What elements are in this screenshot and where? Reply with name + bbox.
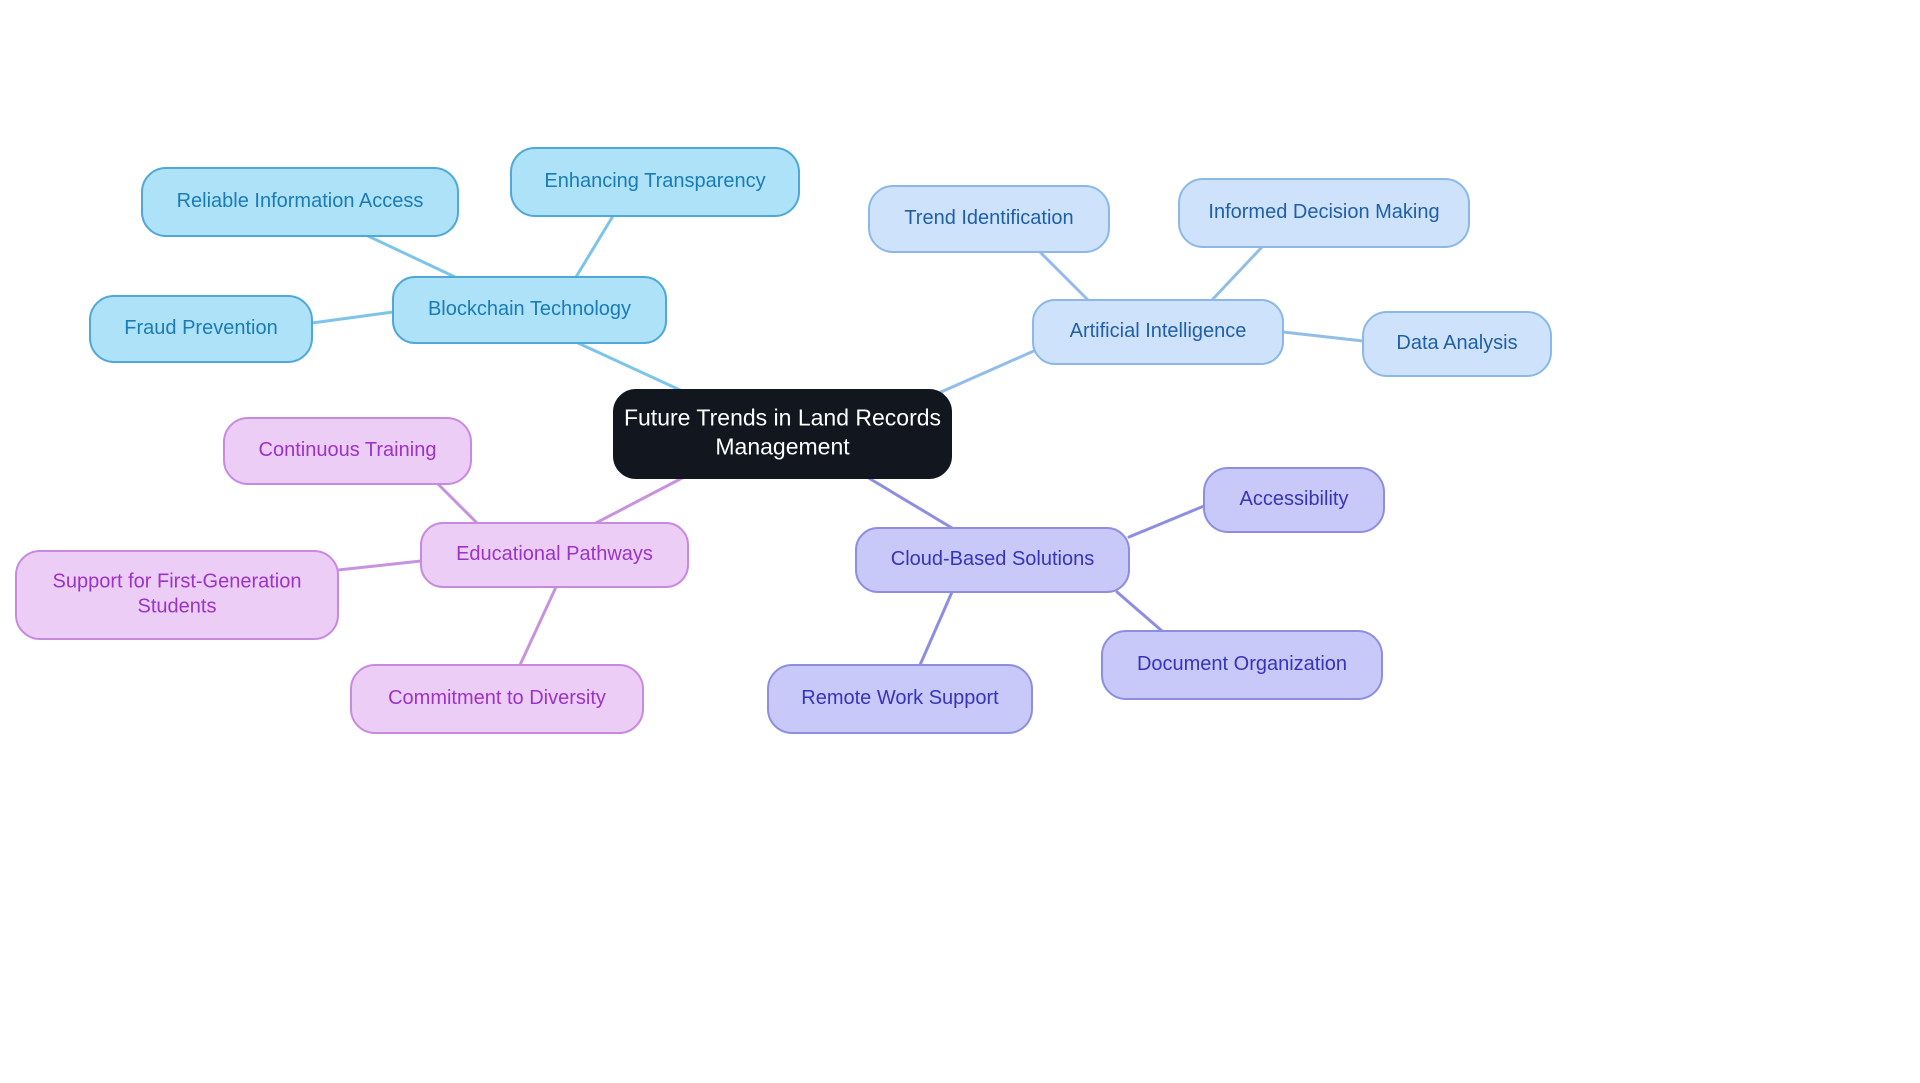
edge-edu-commitment-to-diversity	[518, 585, 558, 667]
node-label-blockchain: Blockchain Technology	[428, 298, 631, 320]
node-trend-identification[interactable]: Trend Identification	[868, 185, 1110, 253]
edge-blockchain-reliable-information-access	[366, 234, 457, 279]
node-label-reliable-information-access: Reliable Information Access	[177, 190, 424, 212]
node-cloud-based-solutions[interactable]: Cloud-Based Solutions	[855, 527, 1130, 593]
edge-ai-informed-decision-making	[1210, 245, 1264, 302]
edge-root-artificial-intelligence	[939, 348, 1038, 394]
node-label-educational-pathways: Educational Pathways	[456, 543, 653, 565]
node-label-informed-decision-making: Informed Decision Making	[1208, 201, 1439, 223]
node-label-fraud-prevention: Fraud Prevention	[124, 317, 277, 339]
edge-root-educational-pathways	[592, 474, 688, 526]
node-label-cloud-based-solutions: Cloud-Based Solutions	[891, 548, 1094, 570]
nodes-layer: Future Trends in Land Records Management B…	[15, 147, 1552, 734]
node-label-remote-work-support: Remote Work Support	[801, 687, 999, 709]
edge-root-blockchain	[576, 341, 682, 392]
node-accessibility[interactable]: Accessibility	[1203, 467, 1385, 533]
node-label-enhancing-transparency: Enhancing Transparency	[544, 170, 765, 192]
node-continuous-training[interactable]: Continuous Training	[223, 417, 472, 485]
mindmap-canvas-container: Future Trends in Land Records Management B…	[0, 0, 1920, 1083]
node-label-continuous-training: Continuous Training	[259, 439, 437, 461]
node-artificial-intelligence[interactable]: Artificial Intelligence	[1032, 299, 1284, 365]
edge-cloud-remote-work-support	[918, 590, 954, 667]
edge-ai-trend-identification	[1038, 250, 1090, 302]
node-reliable-information-access[interactable]: Reliable Information Access	[141, 167, 459, 237]
node-informed-decision-making[interactable]: Informed Decision Making	[1178, 178, 1470, 248]
node-label-trend-identification: Trend Identification	[904, 207, 1073, 229]
edge-cloud-document-organization	[1115, 590, 1164, 633]
node-label-data-analysis: Data Analysis	[1396, 332, 1517, 354]
node-blockchain[interactable]: Blockchain Technology	[392, 276, 667, 344]
edge-blockchain-fraud-prevention	[310, 310, 395, 325]
mindmap-diagram: Future Trends in Land Records Management B…	[15, 147, 1552, 734]
edge-root-cloud-based-solutions	[860, 472, 954, 530]
edge-edu-support-first-generation	[336, 559, 423, 572]
node-commitment-to-diversity[interactable]: Commitment to Diversity	[350, 664, 644, 734]
node-data-analysis[interactable]: Data Analysis	[1362, 311, 1552, 377]
node-label-document-organization: Document Organization	[1137, 653, 1347, 675]
node-label-commitment-to-diversity: Commitment to Diversity	[388, 687, 606, 709]
node-label-accessibility: Accessibility	[1240, 488, 1349, 510]
edge-cloud-accessibility	[1127, 504, 1206, 539]
node-root[interactable]: Future Trends in Land Records Management	[613, 389, 952, 479]
node-label-artificial-intelligence: Artificial Intelligence	[1070, 320, 1247, 342]
edge-edu-continuous-training	[436, 482, 479, 525]
node-educational-pathways[interactable]: Educational Pathways	[420, 522, 689, 588]
edge-ai-data-analysis	[1281, 330, 1365, 343]
node-document-organization[interactable]: Document Organization	[1101, 630, 1383, 700]
node-enhancing-transparency[interactable]: Enhancing Transparency	[510, 147, 800, 217]
node-support-for-first-generation-students[interactable]: Support for First-Generation Students	[15, 550, 339, 640]
node-remote-work-support[interactable]: Remote Work Support	[767, 664, 1033, 734]
edge-blockchain-enhancing-transparency	[574, 214, 615, 279]
node-fraud-prevention[interactable]: Fraud Prevention	[89, 295, 313, 363]
